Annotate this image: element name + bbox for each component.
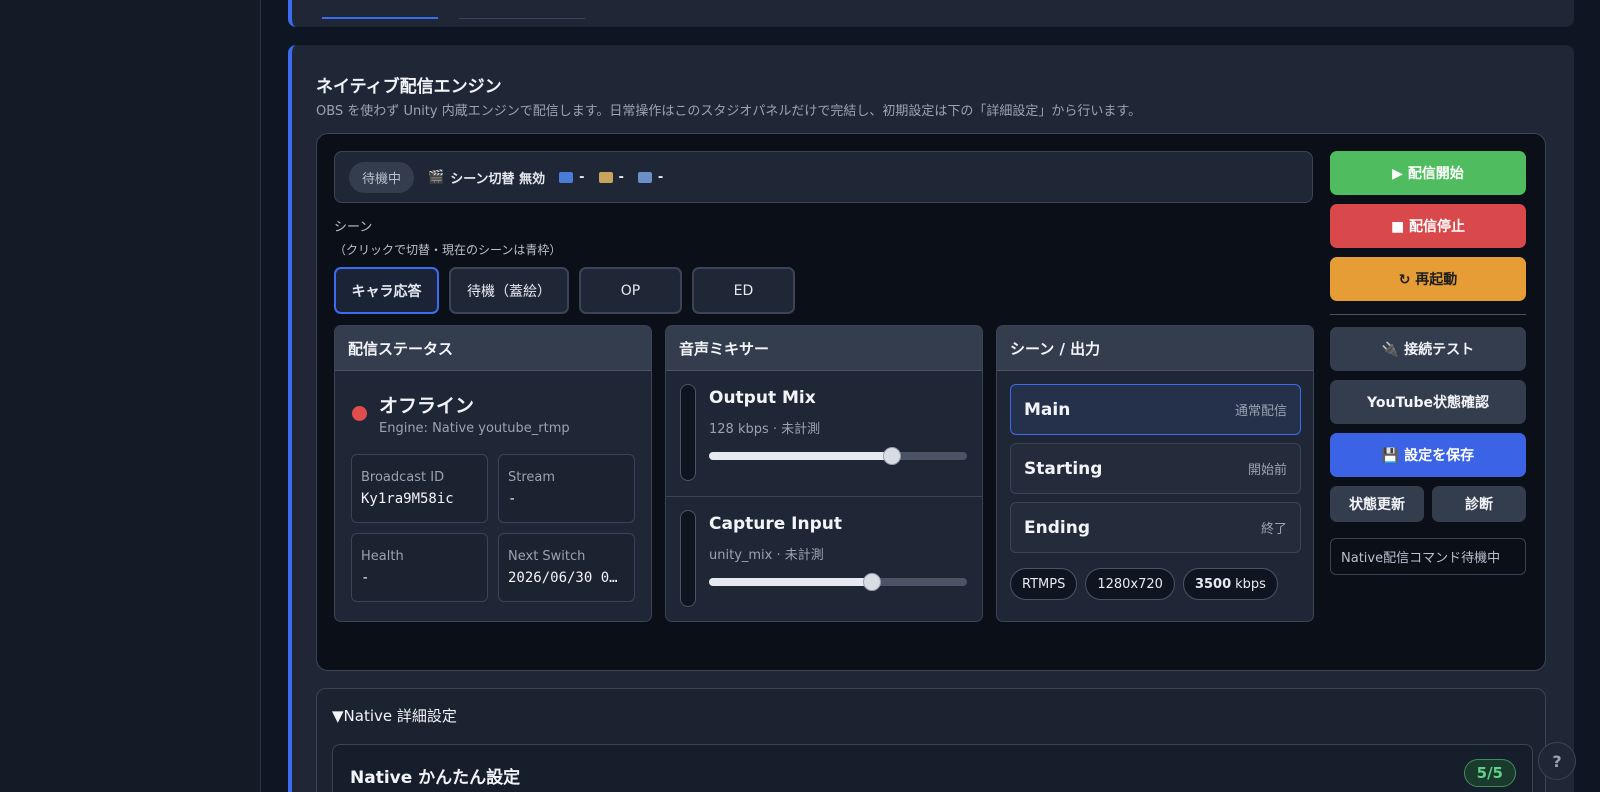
youtube-status-button[interactable]: YouTube状態確認 — [1330, 380, 1526, 424]
output-name: Starting — [1024, 458, 1103, 479]
field-label: Next Switch — [508, 549, 586, 564]
next-switch-box: Next Switch 2026/06/30 0… — [498, 533, 635, 602]
scene-button-op[interactable]: OP — [579, 267, 682, 314]
section-description: OBS を使わず Unity 内蔵エンジンで配信します。日常操作はこのスタジオパ… — [316, 104, 1142, 119]
level-meter — [680, 510, 696, 607]
slider-thumb[interactable] — [883, 447, 901, 465]
level-meter — [680, 384, 696, 481]
bitrate-chip: 3500 kbps — [1182, 568, 1278, 600]
native-engine-section: ネイティブ配信エンジン OBS を使わず Unity 内蔵エンジンで配信します。… — [288, 45, 1574, 792]
tab-divider — [459, 18, 585, 19]
bitrate-stat: - — [559, 169, 585, 185]
slider-thumb[interactable] — [863, 573, 881, 591]
field-value: 2026/06/30 0… — [508, 570, 618, 586]
output-name: Ending — [1024, 517, 1090, 538]
broadcast-id-box: Broadcast ID Ky1ra9M58ic — [351, 454, 488, 523]
scene-switch-status: 🎬 シーン切替 無効 — [428, 168, 545, 187]
protocol-chip: RTMPS — [1010, 568, 1078, 600]
field-label: Broadcast ID — [361, 470, 445, 485]
panel-title: 配信ステータス — [335, 326, 651, 371]
output-item-starting[interactable]: Starting 開始前 — [1010, 443, 1301, 494]
output-tag: 開始前 — [1247, 463, 1287, 478]
divider — [1330, 314, 1526, 315]
output-name: Main — [1024, 399, 1071, 420]
scene-button-waiting[interactable]: 待機（蓋絵） — [449, 267, 569, 314]
output-tag: 通常配信 — [1234, 404, 1287, 419]
status-bar: 待機中 🎬 シーン切替 無効 - - - — [334, 151, 1313, 203]
scene-button-chara[interactable]: キャラ応答 — [334, 267, 439, 314]
audio-mixer-panel: 音声ミキサー Output Mix 128 kbps · 未計測 Capture… — [665, 325, 983, 622]
progress-badge: 5/5 — [1463, 759, 1516, 787]
scene-hint: （クリックで切替・現在のシーンは青枠） — [334, 243, 562, 257]
channel-name: Capture Input — [709, 514, 843, 534]
channel-info: unity_mix · 未計測 — [709, 548, 824, 563]
film-icon — [598, 171, 613, 183]
help-button[interactable]: ? — [1538, 742, 1576, 780]
field-value: Ky1ra9M58ic — [361, 491, 454, 507]
restart-button[interactable]: ↻ 再起動 — [1330, 257, 1526, 301]
stop-stream-button[interactable]: ■ 配信停止 — [1330, 204, 1526, 248]
resolution-chip: 1280x720 — [1085, 568, 1175, 600]
slider-fill — [709, 578, 872, 586]
engine-label: Engine: Native youtube_rtmp — [379, 421, 570, 436]
frames-stat: - — [598, 169, 624, 185]
scene-label: シーン — [334, 220, 373, 235]
field-label: Health — [361, 549, 404, 564]
panel-title: 音声ミキサー — [666, 326, 982, 371]
slider-fill — [709, 452, 892, 460]
easy-settings-card: Native かんたん設定 5/5 — [332, 744, 1533, 792]
scene-buttons: キャラ応答 待機（蓋絵） OP ED — [334, 267, 795, 314]
channel-info: 128 kbps · 未計測 — [709, 422, 821, 437]
state-badge: 待機中 — [349, 161, 415, 193]
monitor-icon — [637, 171, 652, 183]
mixer-channel-output: Output Mix 128 kbps · 未計測 — [666, 371, 982, 496]
output-item-ending[interactable]: Ending 終了 — [1010, 502, 1301, 553]
mixer-channel-capture: Capture Input unity_mix · 未計測 — [666, 496, 982, 621]
bitrate-unit: kbps — [1235, 576, 1266, 592]
diagnose-button[interactable]: 診断 — [1432, 486, 1526, 522]
output-tag: 終了 — [1260, 522, 1287, 537]
previous-section-card — [288, 0, 1574, 27]
output-item-main[interactable]: Main 通常配信 — [1010, 384, 1301, 435]
start-stream-button[interactable]: ▶ 配信開始 — [1330, 151, 1526, 195]
panel-title: シーン / 出力 — [997, 326, 1313, 371]
section-title: ネイティブ配信エンジン — [316, 77, 502, 97]
stream-box: Stream - — [498, 454, 635, 523]
bitrate-number: 3500 — [1194, 576, 1232, 592]
details-toggle[interactable]: ▼Native 詳細設定 — [332, 705, 457, 726]
easy-settings-title: Native かんたん設定 — [350, 768, 521, 788]
frames-value: - — [618, 169, 624, 185]
refresh-status-button[interactable]: 状態更新 — [1330, 486, 1424, 522]
studio-panel: 待機中 🎬 シーン切替 無効 - - - シーン （クリックで切替・現在のシーン… — [316, 133, 1546, 671]
command-status: Native配信コマンド待機中 — [1330, 538, 1526, 575]
field-value: - — [361, 570, 370, 586]
scene-switch-label: シーン切替 無効 — [450, 171, 546, 187]
field-value: - — [508, 491, 517, 507]
sidebar — [0, 0, 261, 792]
broadcast-status-panel: 配信ステータス オフライン Engine: Native youtube_rtm… — [334, 325, 652, 622]
tab-indicator — [322, 17, 438, 19]
monitor-stat: - — [637, 169, 664, 185]
volume-slider[interactable] — [709, 447, 967, 465]
clapper-icon: 🎬 — [428, 169, 445, 185]
offline-indicator — [352, 406, 367, 421]
health-box: Health - — [351, 533, 488, 602]
scene-button-ed[interactable]: ED — [692, 267, 795, 314]
bitrate-value: - — [579, 169, 585, 185]
scene-output-panel: シーン / 出力 Main 通常配信 Starting 開始前 Ending 終… — [996, 325, 1314, 622]
broadcast-state: オフライン — [379, 395, 475, 417]
connection-test-button[interactable]: 🔌 接続テスト — [1330, 327, 1526, 371]
volume-slider[interactable] — [709, 573, 967, 591]
save-settings-button[interactable]: 💾 設定を保存 — [1330, 433, 1526, 477]
native-details: ▼Native 詳細設定 Native かんたん設定 5/5 — [316, 688, 1546, 792]
channel-name: Output Mix — [709, 388, 816, 408]
field-label: Stream — [508, 470, 556, 485]
chart-icon — [559, 171, 574, 183]
output-chips: RTMPS 1280x720 3500 kbps — [1010, 568, 1278, 600]
monitor-value: - — [657, 169, 664, 185]
